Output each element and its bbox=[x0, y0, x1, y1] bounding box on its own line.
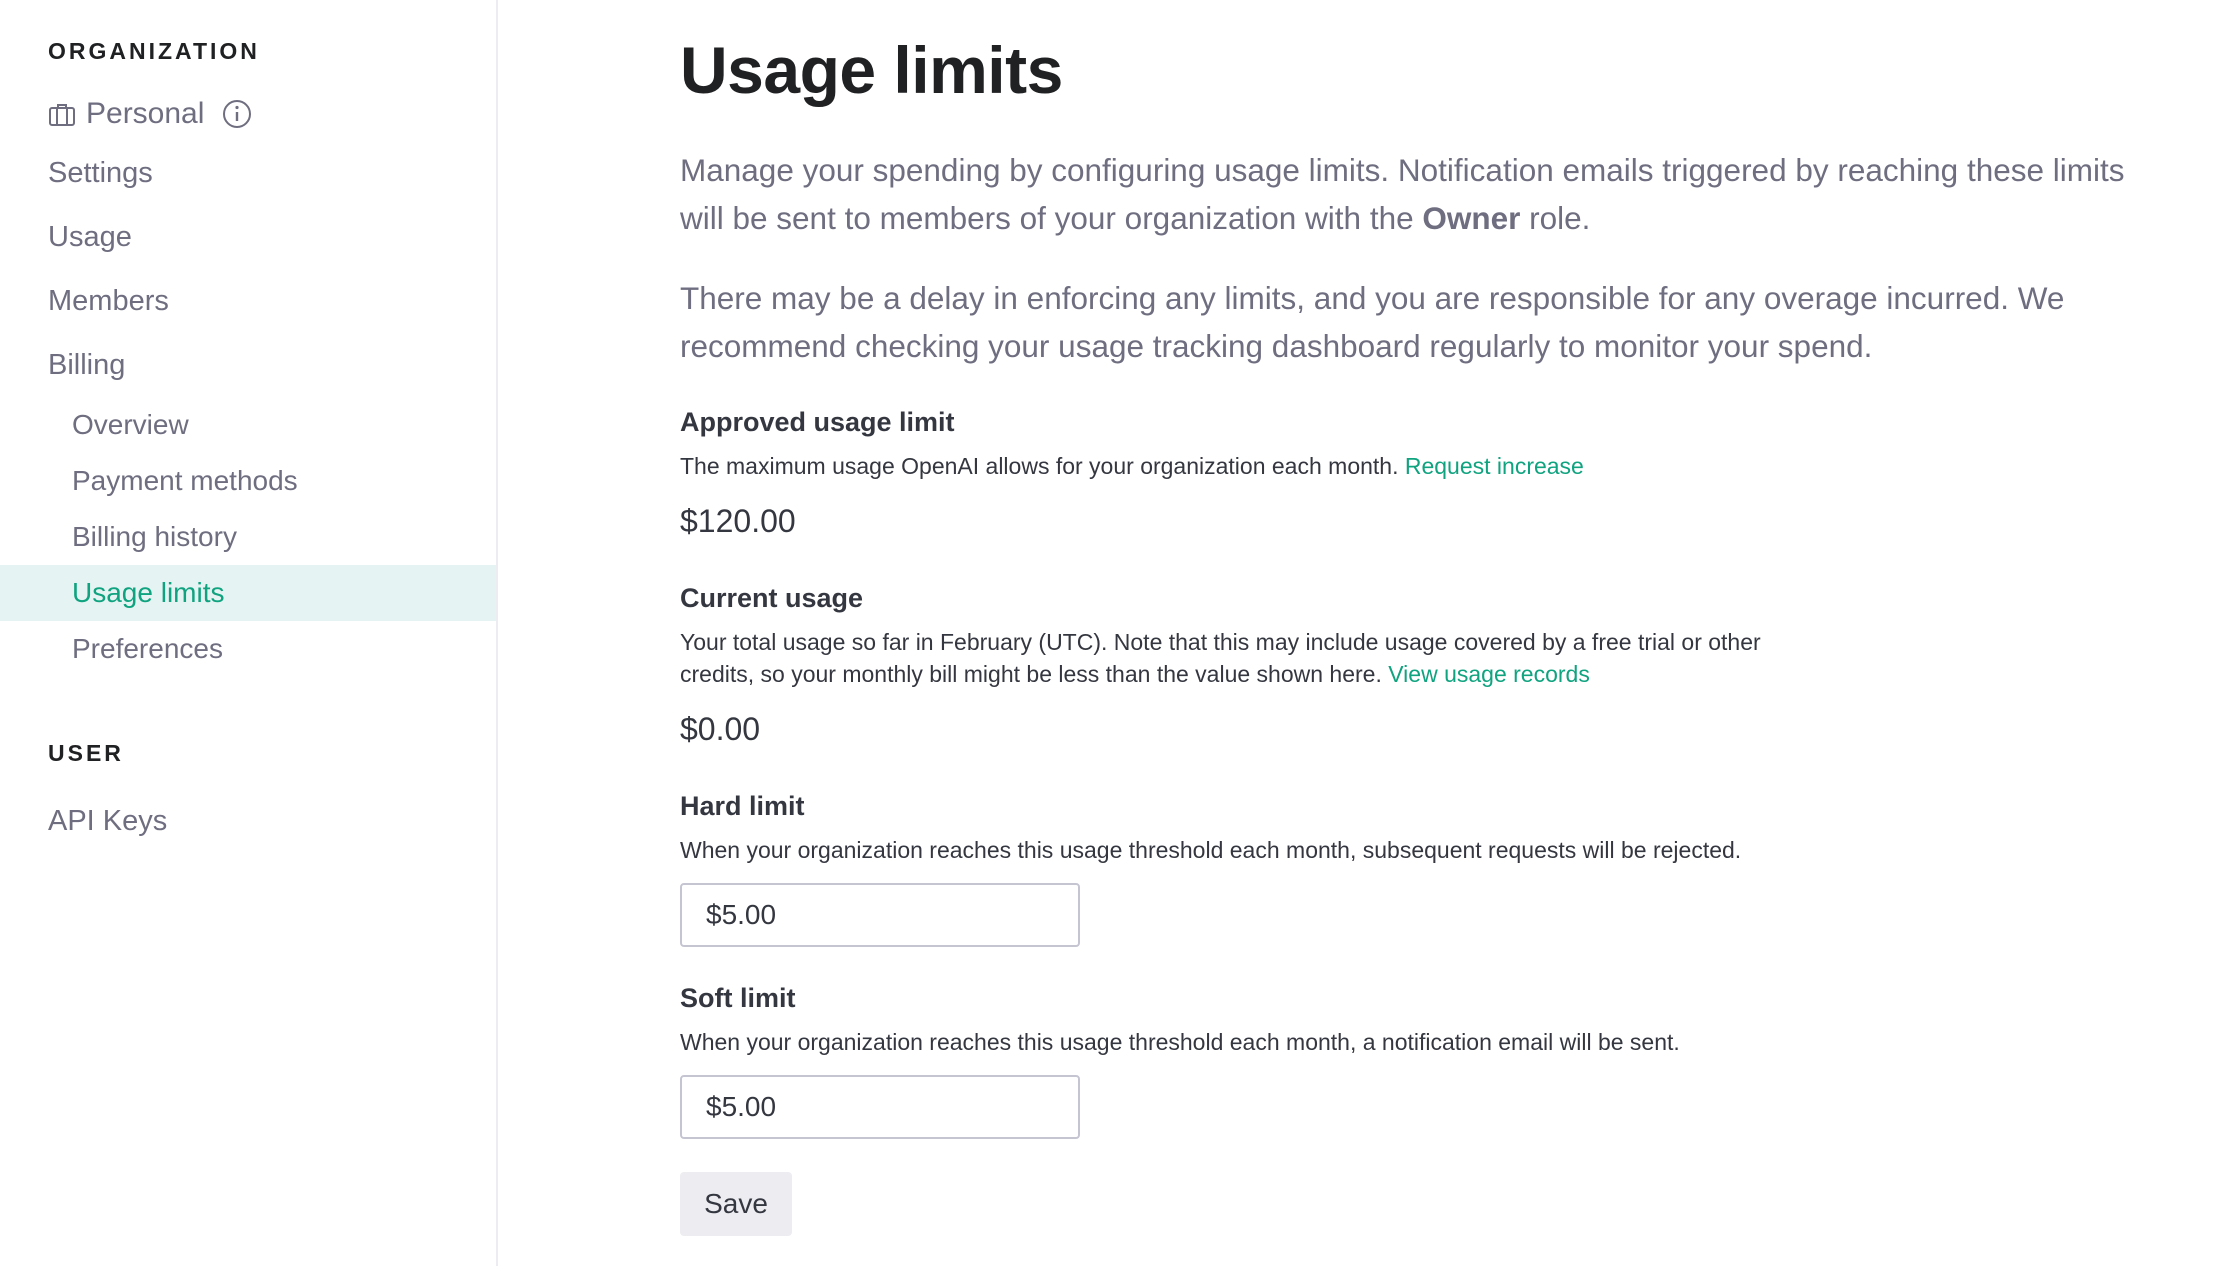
nav-preferences[interactable]: Preferences bbox=[0, 621, 496, 677]
owner-role: Owner bbox=[1422, 200, 1521, 236]
briefcase-icon bbox=[48, 100, 76, 128]
org-name: Personal bbox=[86, 97, 205, 130]
nav-billing-history[interactable]: Billing history bbox=[0, 509, 496, 565]
request-increase-link[interactable]: Request increase bbox=[1405, 453, 1584, 479]
hard-limit-description: When your organization reaches this usag… bbox=[680, 837, 1742, 863]
hard-limit-input[interactable] bbox=[680, 883, 1080, 947]
nav-usage-limits[interactable]: Usage limits bbox=[0, 565, 496, 621]
current-usage-description: Your total usage so far in February (UTC… bbox=[680, 626, 1840, 690]
nav-billing[interactable]: Billing bbox=[48, 345, 125, 385]
view-usage-records-link[interactable]: View usage records bbox=[1388, 661, 1590, 687]
sidebar: ORGANIZATION Personal Settings Usage Mem… bbox=[0, 0, 498, 1266]
nav-members[interactable]: Members bbox=[48, 281, 169, 321]
info-icon[interactable] bbox=[222, 99, 252, 129]
approved-limit-description: The maximum usage OpenAI allows for your… bbox=[680, 450, 1980, 482]
organization-heading: ORGANIZATION bbox=[48, 38, 260, 64]
soft-limit-description: When your organization reaches this usag… bbox=[680, 1029, 1680, 1055]
nav-payment-methods[interactable]: Payment methods bbox=[0, 453, 496, 509]
org-selector[interactable]: Personal bbox=[48, 94, 252, 134]
nav-api-keys[interactable]: API Keys bbox=[48, 801, 167, 841]
save-button[interactable]: Save bbox=[680, 1172, 792, 1236]
soft-limit-input[interactable] bbox=[680, 1075, 1080, 1139]
current-usage-title: Current usage bbox=[680, 583, 864, 613]
user-heading: USER bbox=[48, 740, 124, 766]
intro-text-end: role. bbox=[1520, 200, 1591, 236]
intro-paragraph-2: There may be a delay in enforcing any li… bbox=[680, 280, 2065, 364]
nav-billing-overview[interactable]: Overview bbox=[0, 397, 496, 453]
nav-settings[interactable]: Settings bbox=[48, 153, 153, 193]
nav-usage[interactable]: Usage bbox=[48, 217, 132, 257]
current-usage-value: $0.00 bbox=[680, 711, 761, 747]
soft-limit-title: Soft limit bbox=[680, 983, 796, 1013]
current-usage-text: Your total usage so far in February (UTC… bbox=[680, 629, 1761, 687]
hard-limit-title: Hard limit bbox=[680, 791, 805, 821]
intro-text-start: Manage your spending by configuring usag… bbox=[680, 152, 2125, 236]
approved-limit-title: Approved usage limit bbox=[680, 407, 955, 437]
page-title: Usage limits bbox=[680, 33, 1063, 107]
approved-limit-text: The maximum usage OpenAI allows for your… bbox=[680, 453, 1405, 479]
intro-paragraph-1: Manage your spending by configuring usag… bbox=[680, 146, 2160, 242]
approved-limit-value: $120.00 bbox=[680, 503, 796, 539]
